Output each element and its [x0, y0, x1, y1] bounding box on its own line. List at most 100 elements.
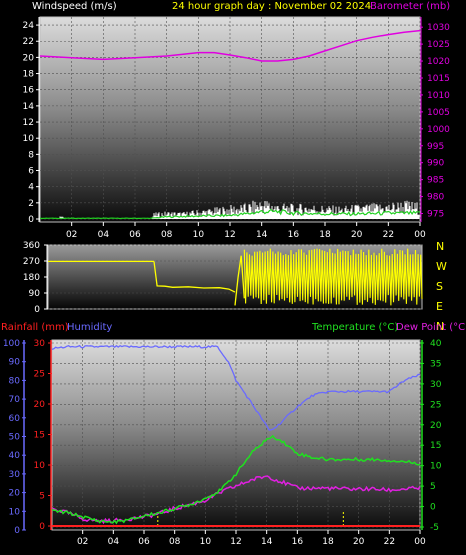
temp-tick-label: 10 — [430, 462, 442, 472]
wind-x-tick-label: 08 — [161, 230, 173, 240]
wind-tick-label: 4 — [28, 183, 34, 193]
temp-x-tick-label: 08 — [169, 537, 181, 547]
temp-tick-label: 5 — [430, 482, 436, 492]
wind-x-tick-label: 10 — [193, 230, 205, 240]
humidity-tick-label: 0 — [14, 526, 20, 536]
baro-tick-label: 990 — [427, 159, 444, 169]
windspeed-label: Windspeed (m/s) — [32, 1, 117, 12]
temp-x-tick-label: 18 — [322, 537, 334, 547]
direction-axis: 0 90 180 270 360 — [23, 241, 48, 315]
wind-baro-plot-area — [39, 16, 421, 223]
baro-tick-label: 1015 — [427, 74, 450, 84]
temp-tick-label: 35 — [430, 359, 441, 369]
wind-tick-label: 0 — [28, 215, 34, 225]
dewpoint-label: Dew Point (°C) — [396, 322, 466, 333]
wind-x-tick-label: 14 — [256, 230, 268, 240]
temp-x-tick-label: 20 — [353, 537, 365, 547]
wind-tick-label: 6 — [28, 167, 34, 177]
temp-tick-label: 30 — [430, 380, 442, 390]
temp-tick-label: 20 — [430, 421, 442, 431]
baro-tick-label: 975 — [427, 210, 444, 220]
weather-graph: Windspeed (m/s) 24 hour graph day : Nove… — [1, 1, 466, 547]
compass-w: W — [436, 260, 447, 273]
temp-x-tick-label: 00 — [414, 537, 426, 547]
wind-tick-label: 8 — [28, 150, 34, 160]
wind-x-tick-label: 04 — [98, 230, 110, 240]
baro-tick-label: 980 — [427, 193, 444, 203]
wind-tick-label: 18 — [23, 70, 35, 80]
humidity-tick-label: 80 — [9, 376, 21, 386]
graph-title: 24 hour graph day : November 02 2024 — [172, 1, 371, 12]
rain-tick-label: 5 — [39, 492, 45, 502]
temp-x-tick-label: 16 — [292, 537, 304, 547]
temp-x-tick-label: 22 — [384, 537, 395, 547]
barometer-axis: 975 980 985 990 995 1000 1005 1010 1015 1020 1025 1… — [420, 17, 450, 222]
temp-x-tick-label: 04 — [108, 537, 120, 547]
baro-tick-label: 995 — [427, 142, 444, 152]
temp-x-tick-label: 14 — [261, 537, 273, 547]
rainfall-label: Rainfall (mm) — [1, 322, 69, 333]
temp-x-tick-label: 12 — [230, 537, 241, 547]
direction-tick-label: 270 — [23, 257, 40, 267]
humidity-tick-label: 40 — [9, 451, 21, 461]
wind-tick-label: 16 — [23, 86, 35, 96]
baro-tick-label: 1030 — [427, 23, 450, 33]
baro-tick-label: 1000 — [427, 125, 450, 135]
humidity-tick-label: 70 — [9, 395, 21, 405]
wind-time-axis: 02 04 06 08 10 12 14 16 18 20 22 00 — [66, 222, 426, 240]
humidity-tick-label: 20 — [9, 489, 21, 499]
baro-tick-label: 1010 — [427, 91, 450, 101]
wind-tick-label: 20 — [23, 53, 35, 63]
wind-tick-label: 24 — [23, 21, 35, 31]
barometer-label: Barometer (mb) — [370, 1, 450, 12]
wind-tick-label: 22 — [23, 37, 34, 47]
baro-tick-label: 1025 — [427, 40, 450, 50]
rain-tick-label: 0 — [39, 522, 45, 532]
humidity-tick-label: 90 — [9, 358, 21, 368]
temp-tick-label: -5 — [430, 523, 439, 533]
temp-tick-label: 0 — [430, 503, 436, 513]
baro-tick-label: 1020 — [427, 57, 450, 67]
direction-tick-label: 90 — [29, 289, 41, 299]
rain-tick-label: 15 — [34, 431, 45, 441]
baro-tick-label: 1005 — [427, 108, 450, 118]
direction-tick-label: 360 — [23, 241, 40, 251]
wind-x-tick-label: 20 — [351, 230, 363, 240]
temperature-label: Temperature (°C) — [311, 322, 398, 333]
wind-x-tick-label: 22 — [383, 230, 394, 240]
humidity-tick-label: 10 — [9, 507, 21, 517]
wind-x-tick-label: 16 — [288, 230, 300, 240]
rain-tick-label: 25 — [34, 370, 45, 380]
humidity-label: Humidity — [67, 322, 112, 333]
wind-tick-label: 10 — [23, 134, 35, 144]
temp-tick-label: 40 — [430, 339, 442, 349]
baro-tick-label: 985 — [427, 176, 444, 186]
wind-tick-label: 12 — [23, 118, 34, 128]
wind-x-tick-label: 02 — [66, 230, 77, 240]
wind-tick-label: 2 — [28, 199, 34, 209]
compass-s: S — [436, 280, 443, 293]
temp-tick-label: 25 — [430, 400, 441, 410]
rain-tick-label: 30 — [34, 339, 46, 349]
humidity-tick-label: 100 — [3, 339, 20, 349]
rain-tick-label: 10 — [34, 461, 46, 471]
temp-tick-label: 15 — [430, 441, 441, 451]
direction-tick-label: 0 — [34, 305, 40, 315]
temp-time-axis: 02 04 06 08 10 12 14 16 18 20 22 00 — [77, 530, 426, 547]
direction-tick-label: 180 — [23, 273, 40, 283]
rain-tick-label: 20 — [34, 400, 46, 410]
humidity-tick-label: 60 — [9, 414, 21, 424]
wind-x-tick-label: 00 — [414, 230, 426, 240]
compass-n-top: N — [436, 240, 444, 253]
humidity-tick-label: 30 — [9, 470, 21, 480]
temp-x-tick-label: 10 — [200, 537, 212, 547]
compass-e: E — [436, 300, 443, 313]
wind-x-tick-label: 06 — [129, 230, 141, 240]
wind-x-tick-label: 18 — [319, 230, 331, 240]
temp-x-tick-label: 02 — [77, 537, 88, 547]
humidity-tick-label: 50 — [9, 433, 21, 443]
wind-tick-label: 14 — [23, 102, 35, 112]
wind-x-tick-label: 12 — [224, 230, 235, 240]
temp-x-tick-label: 06 — [138, 537, 150, 547]
wind-axis: 024681012141618202224 — [23, 17, 40, 225]
